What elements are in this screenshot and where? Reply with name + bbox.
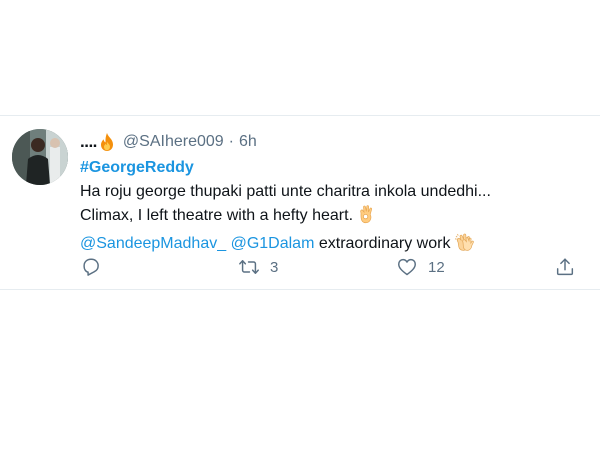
timestamp[interactable]: 6h xyxy=(239,133,257,151)
retweet-button[interactable]: 3 xyxy=(238,255,278,279)
reply-button[interactable] xyxy=(80,255,102,279)
tweet-actions: 3 12 xyxy=(80,255,580,279)
tweet-line-2: Climax, I left theatre with a hefty hear… xyxy=(80,204,580,232)
mention-link-1[interactable]: @SandeepMadhav_ xyxy=(80,235,226,252)
like-button[interactable]: 12 xyxy=(396,255,445,279)
fire-icon xyxy=(98,132,116,152)
tweet-header: .... @SAIhere009 · 6h xyxy=(80,131,257,153)
tweet-line-1: Ha roju george thupaki patti unte charit… xyxy=(80,183,491,200)
page: .... @SAIhere009 · 6h #GeorgeReddy Ha ro… xyxy=(0,0,600,450)
mention-link-2[interactable]: @G1Dalam xyxy=(231,235,315,252)
heart-icon xyxy=(396,256,418,278)
user-handle[interactable]: @SAIhere009 xyxy=(123,133,224,151)
retweet-icon xyxy=(238,256,260,278)
tweet-line-2-text: Climax, I left theatre with a hefty hear… xyxy=(80,207,354,224)
like-count: 12 xyxy=(428,258,445,276)
separator-dot: · xyxy=(228,133,234,150)
retweet-count: 3 xyxy=(270,258,279,276)
tweet-line-3-text: extraordinary work xyxy=(314,235,451,252)
avatar[interactable] xyxy=(12,129,68,185)
display-name[interactable]: .... xyxy=(80,132,97,152)
ok-hand-icon xyxy=(357,204,375,232)
tweet[interactable]: .... @SAIhere009 · 6h #GeorgeReddy Ha ro… xyxy=(0,115,600,290)
share-button[interactable] xyxy=(554,255,576,279)
share-icon xyxy=(554,256,576,278)
hashtag-link[interactable]: #GeorgeReddy xyxy=(80,159,194,176)
reply-icon xyxy=(80,256,102,278)
tweet-text: #GeorgeReddy Ha roju george thupaki patt… xyxy=(80,156,580,260)
tweet-line-hashtag: #GeorgeReddy xyxy=(80,156,580,180)
